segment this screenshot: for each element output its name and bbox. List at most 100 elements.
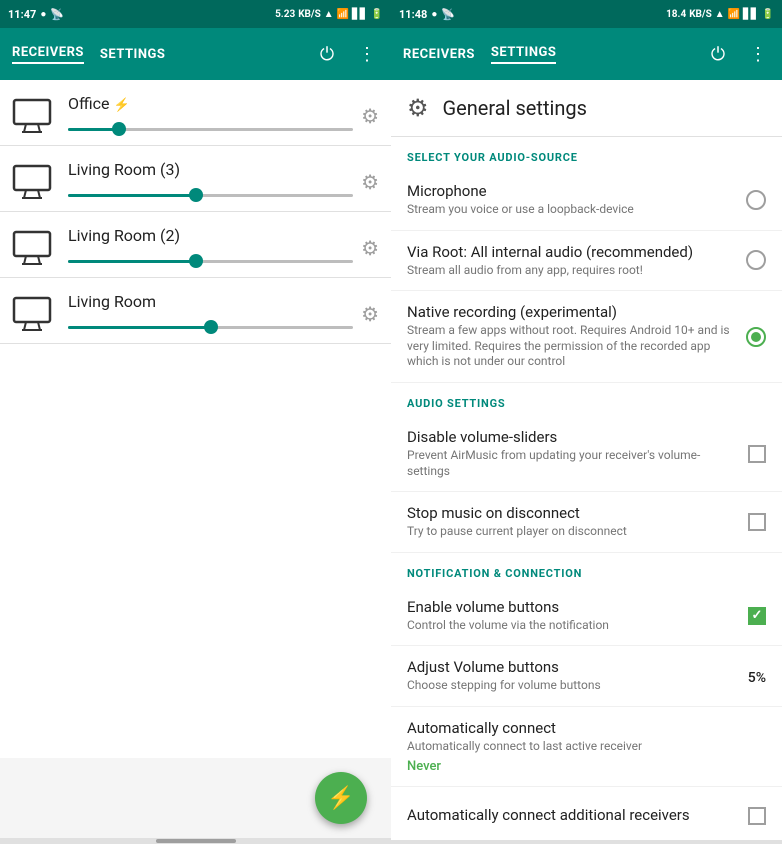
receiver-item: Living Room (2) ⚙ <box>0 212 391 278</box>
receiver-name: Living Room (2) <box>68 226 353 245</box>
settings-header: ⚙ General settings <box>391 80 782 137</box>
stop-music-subtitle: Try to pause current player on disconnec… <box>407 524 736 540</box>
right-receivers-tab[interactable]: RECEIVERS <box>403 47 475 62</box>
via-root-control[interactable] <box>746 250 766 270</box>
auto-connect-additional-control[interactable] <box>748 807 766 825</box>
right-overflow-icon[interactable]: ⋮ <box>746 42 770 66</box>
stop-music-content: Stop music on disconnect Try to pause cu… <box>407 504 736 540</box>
slider-track <box>68 128 353 131</box>
slider-thumb[interactable] <box>204 320 218 334</box>
disable-sliders-content: Disable volume-sliders Prevent AirMusic … <box>407 428 736 479</box>
right-settings-tab[interactable]: SETTINGS <box>491 45 557 64</box>
enable-vol-content: Enable volume buttons Control the volume… <box>407 598 736 634</box>
receiver-tv-icon <box>12 98 56 134</box>
native-recording-control[interactable] <box>746 327 766 347</box>
setting-stop-music[interactable]: Stop music on disconnect Try to pause cu… <box>391 492 782 553</box>
setting-enable-volume-buttons[interactable]: Enable volume buttons Control the volume… <box>391 586 782 647</box>
receiver-info: Living Room (3) <box>68 160 353 203</box>
receiver-item: Living Room ⚙ <box>0 278 391 344</box>
slider-fill <box>68 326 211 329</box>
enable-vol-title: Enable volume buttons <box>407 598 736 616</box>
setting-adjust-volume-buttons[interactable]: Adjust Volume buttons Choose stepping fo… <box>391 646 782 707</box>
left-kb: 5.23 <box>275 9 295 20</box>
slider-track <box>68 194 353 197</box>
auto-connect-value: Never <box>407 759 766 774</box>
adjust-vol-percent: 5% <box>748 670 766 686</box>
receiver-gear-icon[interactable]: ⚙ <box>361 302 379 326</box>
auto-connect-content: Automatically connect Automatically conn… <box>407 719 766 774</box>
left-overflow-icon[interactable]: ⋮ <box>355 42 379 66</box>
enable-vol-checkbox[interactable] <box>748 607 766 625</box>
right-panel: 11:48 ● 📡 18.4 KB/S ▲ 📶 ▋▋ 🔋 RECEIVERS S… <box>391 0 782 844</box>
slider-thumb[interactable] <box>189 254 203 268</box>
receiver-slider[interactable] <box>68 319 353 335</box>
slider-thumb[interactable] <box>112 122 126 136</box>
enable-vol-subtitle: Control the volume via the notification <box>407 618 736 634</box>
disable-sliders-control[interactable] <box>748 445 766 463</box>
microphone-title: Microphone <box>407 182 734 200</box>
adjust-vol-content: Adjust Volume buttons Choose stepping fo… <box>407 658 736 694</box>
right-wifi-icon: 📶 <box>728 9 740 20</box>
via-root-subtitle: Stream all audio from any app, requires … <box>407 263 734 279</box>
left-status-bar: 11:47 ● 📡 5.23 KB/S ▲ 📶 ▋▋ 🔋 <box>0 0 391 28</box>
via-root-content: Via Root: All internal audio (recommende… <box>407 243 734 279</box>
setting-native-recording[interactable]: Native recording (experimental) Stream a… <box>391 291 782 383</box>
adjust-vol-title: Adjust Volume buttons <box>407 658 736 676</box>
right-status-bar: 11:48 ● 📡 18.4 KB/S ▲ 📶 ▋▋ 🔋 <box>391 0 782 28</box>
receiver-slider[interactable] <box>68 253 353 269</box>
setting-auto-connect[interactable]: Automatically connect Automatically conn… <box>391 707 782 787</box>
disable-sliders-title: Disable volume-sliders <box>407 428 736 446</box>
via-root-title: Via Root: All internal audio (recommende… <box>407 243 734 261</box>
setting-disable-volume-sliders[interactable]: Disable volume-sliders Prevent AirMusic … <box>391 416 782 492</box>
setting-microphone[interactable]: Microphone Stream you voice or use a loo… <box>391 170 782 231</box>
receiver-gear-icon[interactable]: ⚙ <box>361 236 379 260</box>
setting-via-root[interactable]: Via Root: All internal audio (recommende… <box>391 231 782 292</box>
stop-music-checkbox[interactable] <box>748 513 766 531</box>
slider-thumb[interactable] <box>189 188 203 202</box>
receiver-gear-icon[interactable]: ⚙ <box>361 170 379 194</box>
fab-container: ⚡ <box>0 758 391 838</box>
auto-connect-additional-checkbox[interactable] <box>748 807 766 825</box>
microphone-control[interactable] <box>746 190 766 210</box>
right-battery-icon: 🔋 <box>762 9 774 20</box>
setting-auto-connect-additional[interactable]: Automatically connect additional receive… <box>391 787 782 840</box>
microphone-content: Microphone Stream you voice or use a loo… <box>407 182 734 218</box>
left-kb-unit: KB/S <box>298 9 321 20</box>
right-signal-icon: ▲ <box>715 9 725 20</box>
native-recording-subtitle: Stream a few apps without root. Requires… <box>407 323 734 370</box>
receiver-slider[interactable] <box>68 121 353 137</box>
microphone-radio[interactable] <box>746 190 766 210</box>
right-kb-unit: KB/S <box>689 9 712 20</box>
slider-fill <box>68 260 196 263</box>
left-receivers-tab[interactable]: RECEIVERS <box>12 45 84 64</box>
receiver-info: Living Room <box>68 292 353 335</box>
section-label-audio-source: SELECT YOUR AUDIO-SOURCE <box>391 137 782 170</box>
enable-vol-control[interactable] <box>748 607 766 625</box>
section-label-notification: NOTIFICATION & CONNECTION <box>391 553 782 586</box>
auto-connect-subtitle: Automatically connect to last active rec… <box>407 739 766 755</box>
slider-fill <box>68 194 196 197</box>
left-settings-tab[interactable]: SETTINGS <box>100 47 166 62</box>
left-time: 11:47 <box>8 8 36 21</box>
stop-music-control[interactable] <box>748 513 766 531</box>
left-signal-bars: ▋▋ <box>352 9 367 20</box>
receiver-gear-icon[interactable]: ⚙ <box>361 104 379 128</box>
receiver-name: Living Room <box>68 292 353 311</box>
bottom-scroll <box>391 840 782 844</box>
left-cast-icon: 📡 <box>50 8 64 21</box>
left-battery-icon: 🔋 <box>371 9 383 20</box>
left-status-right: 5.23 KB/S ▲ 📶 ▋▋ 🔋 <box>275 9 383 20</box>
via-root-radio[interactable] <box>746 250 766 270</box>
receiver-tv-icon <box>12 230 56 266</box>
left-status-left: 11:47 ● 📡 <box>8 8 64 21</box>
receiver-item: Office ⚡ ⚙ <box>0 80 391 146</box>
right-power-icon[interactable]: ⏻ <box>706 42 730 66</box>
scroll-indicator <box>0 838 391 844</box>
left-power-icon[interactable]: ⏻ <box>315 42 339 66</box>
native-recording-radio[interactable] <box>746 327 766 347</box>
receiver-info: Living Room (2) <box>68 226 353 269</box>
receiver-slider[interactable] <box>68 187 353 203</box>
left-dot-icon: ● <box>40 9 46 20</box>
fab-button[interactable]: ⚡ <box>315 772 367 824</box>
disable-sliders-checkbox[interactable] <box>748 445 766 463</box>
